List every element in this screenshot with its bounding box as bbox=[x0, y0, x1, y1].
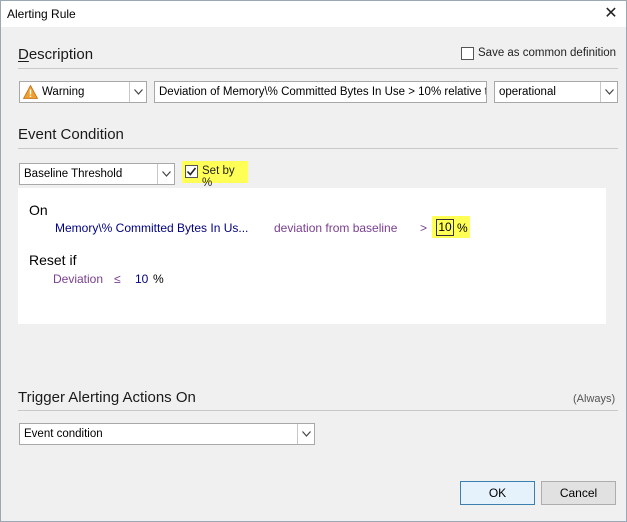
set-by-percent-control[interactable]: Set by % bbox=[182, 161, 248, 189]
trigger-heading: Trigger Alerting Actions On bbox=[18, 389, 196, 406]
threshold-type-combobox[interactable]: Baseline Threshold bbox=[19, 163, 175, 185]
trigger-divider bbox=[18, 410, 618, 411]
chevron-down-icon[interactable] bbox=[297, 424, 314, 444]
trigger-combobox[interactable]: Event condition bbox=[19, 423, 315, 445]
close-icon[interactable]: ✕ bbox=[600, 3, 622, 25]
set-by-percent-checkbox[interactable] bbox=[185, 165, 198, 178]
save-common-checkbox[interactable] bbox=[461, 47, 474, 60]
chevron-down-icon[interactable] bbox=[600, 82, 617, 102]
event-condition-divider bbox=[18, 148, 618, 149]
reset-if-label: Reset if bbox=[29, 252, 77, 268]
description-text-field[interactable]: Deviation of Memory\% Committed Bytes In… bbox=[154, 81, 487, 103]
state-value: operational bbox=[499, 86, 556, 98]
description-text-value: Deviation of Memory\% Committed Bytes In… bbox=[159, 86, 487, 98]
alerting-rule-dialog: Alerting Rule ✕ Description Save as comm… bbox=[0, 0, 627, 522]
event-condition-heading: Event Condition bbox=[18, 126, 124, 143]
reset-unit: % bbox=[153, 272, 164, 286]
reset-value[interactable]: 10 bbox=[135, 272, 148, 286]
on-operator-link[interactable]: deviation from baseline bbox=[274, 221, 397, 235]
on-unit: % bbox=[457, 221, 468, 235]
warning-triangle-icon bbox=[22, 84, 39, 102]
reset-comparison[interactable]: ≤ bbox=[114, 272, 121, 286]
severity-combobox[interactable]: Warning bbox=[19, 81, 147, 103]
state-combobox[interactable]: operational bbox=[494, 81, 618, 103]
save-common-label: Save as common definition bbox=[478, 47, 617, 59]
on-comparison[interactable]: > bbox=[420, 221, 427, 235]
threshold-type-value: Baseline Threshold bbox=[24, 168, 123, 180]
title-bar: Alerting Rule ✕ bbox=[1, 1, 626, 27]
cancel-button[interactable]: Cancel bbox=[541, 481, 616, 505]
description-divider bbox=[18, 68, 618, 69]
reset-metric-link[interactable]: Deviation bbox=[53, 272, 103, 286]
on-label: On bbox=[29, 202, 48, 218]
checkmark-icon bbox=[186, 167, 197, 176]
severity-value: Warning bbox=[42, 86, 85, 98]
window-title: Alerting Rule bbox=[7, 7, 76, 21]
chevron-down-icon[interactable] bbox=[129, 82, 146, 102]
trigger-value: Event condition bbox=[24, 428, 103, 440]
condition-panel: On Memory\% Committed Bytes In Us... dev… bbox=[18, 188, 606, 324]
description-heading-accesskey: D bbox=[18, 46, 29, 63]
chevron-down-icon[interactable] bbox=[157, 164, 174, 184]
ok-button[interactable]: OK bbox=[460, 481, 535, 505]
description-heading-rest: escription bbox=[28, 46, 94, 63]
trigger-hint: (Always) bbox=[573, 393, 616, 405]
set-by-percent-label: Set by % bbox=[202, 165, 235, 189]
on-counter-link[interactable]: Memory\% Committed Bytes In Us... bbox=[55, 221, 248, 235]
description-heading: Description bbox=[18, 46, 93, 63]
on-value-input[interactable]: 10 bbox=[436, 219, 454, 236]
